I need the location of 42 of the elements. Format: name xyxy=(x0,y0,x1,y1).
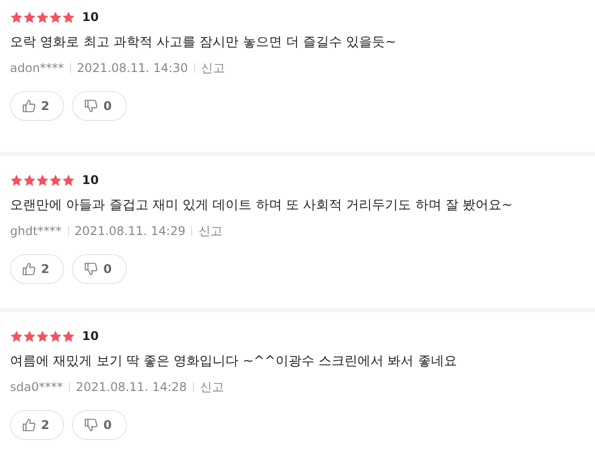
review-text: 오랜만에 아들과 즐겁고 재미 있게 데이트 하며 또 사회적 거리두기도 하며 잘 봤어요~ xyxy=(10,197,514,215)
star-icon xyxy=(36,174,49,186)
thumbs-up-icon xyxy=(22,262,36,276)
thumbs-down-icon xyxy=(84,99,98,113)
star-icon xyxy=(49,174,62,186)
thumbs-down-icon xyxy=(84,262,98,276)
thumbs-up-icon xyxy=(22,99,36,113)
report-link[interactable]: 신고 xyxy=(200,60,225,76)
star-icon xyxy=(23,174,36,186)
rating-score: 10 xyxy=(82,10,99,24)
star-icon xyxy=(49,10,62,24)
dislike-button[interactable]: 0 xyxy=(72,254,127,284)
review-text: 여름에 재밌게 보기 딱 좋은 영화입니다 ~^^이광수 스크린에서 봐서 좋네요 xyxy=(10,353,458,371)
report-link[interactable]: 신고 xyxy=(200,378,224,396)
like-button[interactable]: 2 xyxy=(10,254,64,284)
dislike-button[interactable]: 0 xyxy=(72,91,127,121)
user-id: adon**** xyxy=(10,61,64,75)
like-button[interactable]: 2 xyxy=(10,410,64,440)
user-id: ghdt**** xyxy=(10,224,62,238)
dislike-button[interactable]: 0 xyxy=(72,410,127,440)
like-button[interactable]: 2 xyxy=(10,91,64,121)
review-date: 2021.08.11. 14:30 xyxy=(76,61,188,75)
thumbs-down-icon xyxy=(84,418,98,432)
review-date: 2021.08.11. 14:28 xyxy=(76,380,187,394)
rating-score: 10 xyxy=(82,173,99,187)
rating-score: 10 xyxy=(82,329,99,343)
user-id: sda0**** xyxy=(10,380,63,394)
star-icon xyxy=(10,10,23,24)
star-icon xyxy=(36,10,49,24)
thumbs-up-icon xyxy=(22,418,36,432)
review-date: 2021.08.11. 14:29 xyxy=(74,224,186,238)
star-icon xyxy=(36,330,49,342)
star-icon xyxy=(10,174,23,186)
star-icon xyxy=(23,330,36,342)
review-text: 오락 영화로 최고 과학적 사고를 잠시만 놓으면 더 즐길수 있을듯~ xyxy=(10,34,398,52)
report-link[interactable]: 신고 xyxy=(198,222,222,240)
star-icon xyxy=(49,330,62,342)
star-icon xyxy=(23,10,36,24)
star-icon xyxy=(62,174,75,186)
star-icon xyxy=(62,330,75,342)
star-icon xyxy=(10,330,23,342)
star-icon xyxy=(62,10,75,24)
